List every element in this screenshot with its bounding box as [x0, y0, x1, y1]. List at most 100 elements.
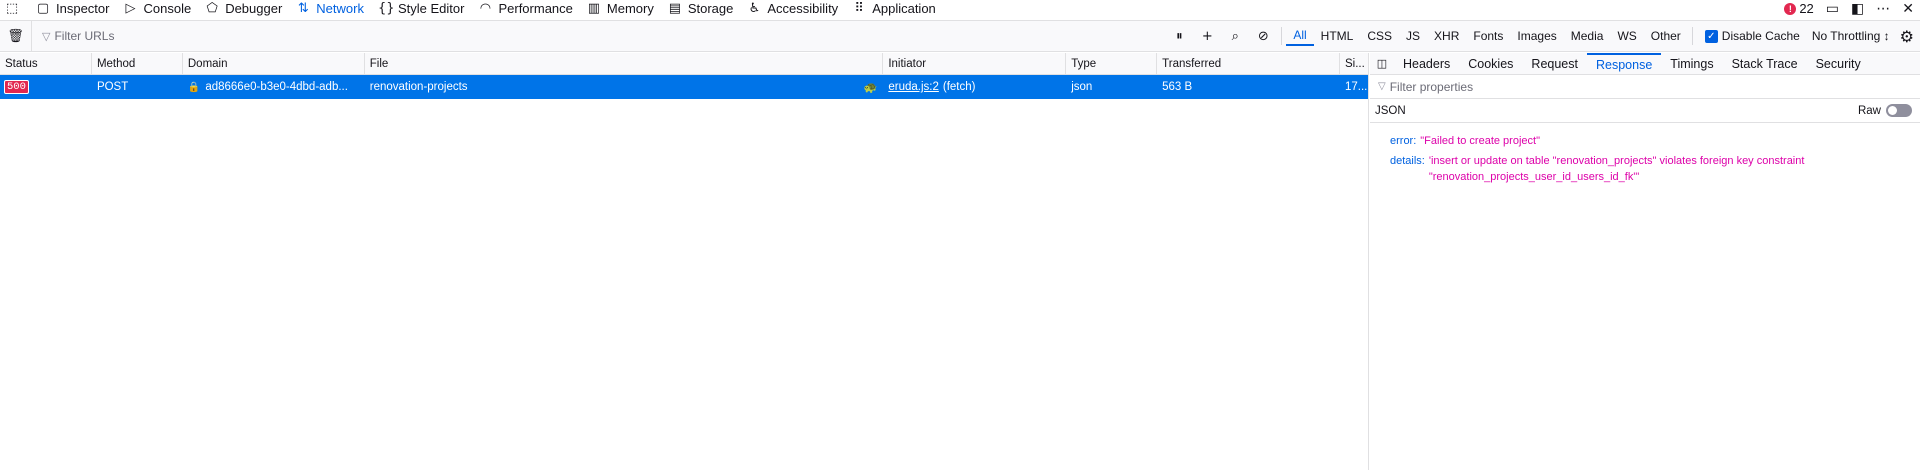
filter-url-field: ▽ [32, 21, 1165, 51]
inspector-icon: ▢ [36, 1, 50, 16]
initiator-cell: eruda.js:2 (fetch) [883, 75, 1066, 99]
type-filter-css[interactable]: CSS [1360, 27, 1399, 45]
throttling-select[interactable]: No Throttling ↕ [1812, 29, 1890, 43]
type-filter-xhr[interactable]: XHR [1427, 27, 1466, 45]
filter-properties-field: ▽ [1370, 75, 1920, 99]
column-status[interactable]: Status [0, 53, 92, 74]
file-cell: renovation-projects 🐢 [365, 75, 884, 99]
initiator-extra: (fetch) [942, 81, 976, 93]
checkbox-checked-icon: ✓ [1704, 29, 1718, 43]
type-filter-fonts[interactable]: Fonts [1466, 27, 1510, 45]
element-picker-button[interactable]: ⬚ [0, 0, 30, 17]
tab-style-editor[interactable]: {} Style Editor [372, 0, 472, 17]
filter-properties-input[interactable] [1389, 79, 1790, 94]
gear-icon[interactable]: ⚙ [1900, 27, 1914, 46]
accessibility-icon: ♿ [748, 1, 761, 16]
tab-console[interactable]: ▷ Console [117, 0, 199, 17]
tab-timings[interactable]: Timings [1661, 53, 1722, 75]
filter-icon: ▽ [42, 29, 51, 43]
tab-label: Performance [498, 1, 573, 16]
network-icon: ⇅ [297, 1, 309, 16]
request-type-filters: All HTML CSS JS XHR Fonts Images Media W… [1286, 26, 1687, 46]
tab-debugger[interactable]: ⬠ Debugger [199, 0, 290, 17]
debugger-icon: ⬠ [206, 1, 218, 16]
tab-accessibility[interactable]: ♿ Accessibility [741, 0, 846, 17]
tab-request[interactable]: Request [1522, 53, 1587, 75]
close-icon[interactable]: ✕ [1902, 1, 1914, 17]
type-filter-other[interactable]: Other [1644, 27, 1688, 45]
raw-toggle[interactable]: Raw [1858, 104, 1912, 117]
request-details-panel: ◫ Headers Cookies Request Response Timin… [1370, 52, 1920, 470]
error-count-button[interactable]: ! 22 [1784, 1, 1814, 16]
dock-side-icon[interactable]: ◧ [1851, 1, 1864, 17]
raw-label: Raw [1857, 104, 1881, 117]
tab-label: Debugger [225, 1, 283, 16]
initiator-link[interactable]: eruda.js:2 [888, 81, 939, 93]
column-type[interactable]: Type [1066, 53, 1158, 74]
tab-label: Console [143, 1, 192, 16]
column-domain[interactable]: Domain [183, 53, 365, 74]
tab-stack-trace[interactable]: Stack Trace [1723, 53, 1807, 75]
json-key: details: [1390, 155, 1425, 167]
tab-network[interactable]: ⇅ Network [290, 0, 372, 17]
error-icon: ! [1784, 2, 1797, 15]
column-size[interactable]: Si... [1340, 53, 1368, 74]
divider [1281, 27, 1283, 45]
domain-cell: 🔒 ad8666e0-b3e0-4dbd-adb... [183, 75, 365, 99]
pause-icon[interactable]: ⏸ [1165, 29, 1193, 44]
column-file[interactable]: File [365, 53, 884, 74]
type-filter-media[interactable]: Media [1564, 27, 1611, 45]
devtools-toolbar: ⬚ ▢ Inspector ▷ Console ⬠ Debugger ⇅ Net… [0, 0, 1920, 17]
column-method[interactable]: Method [92, 53, 183, 74]
request-table: Status Method Domain File Initiator Type… [0, 53, 1369, 470]
type-filter-all[interactable]: All [1286, 26, 1314, 46]
tab-application[interactable]: ⠿ Application [846, 0, 944, 17]
column-initiator[interactable]: Initiator [883, 53, 1067, 74]
filter-icon: ▽ [1378, 81, 1386, 92]
type-filter-js[interactable]: JS [1399, 27, 1427, 45]
style-editor-icon: {} [377, 1, 395, 16]
column-transferred[interactable]: Transferred [1157, 53, 1340, 74]
tab-headers[interactable]: Headers [1394, 53, 1459, 75]
tab-label: Inspector [56, 1, 110, 16]
tab-security[interactable]: Security [1807, 53, 1870, 75]
application-icon: ⠿ [854, 1, 864, 16]
disable-cache-checkbox[interactable]: ✓ Disable Cache [1704, 29, 1800, 43]
table-row[interactable]: 500 POST 🔒 ad8666e0-b3e0-4dbd-adb... ren… [0, 75, 1368, 99]
filter-urls-input[interactable] [54, 29, 655, 43]
table-header: Status Method Domain File Initiator Type… [0, 53, 1368, 75]
json-property[interactable]: details: 'insert or update on table "ren… [1390, 153, 1920, 185]
tab-label: Application [872, 1, 936, 16]
type-filter-html[interactable]: HTML [1314, 27, 1361, 45]
responsive-design-icon[interactable]: ▭ [1826, 1, 1839, 17]
details-tabs: ◫ Headers Cookies Request Response Timin… [1370, 52, 1920, 75]
block-icon[interactable]: ⊘ [1249, 29, 1277, 44]
disable-cache-label: Disable Cache [1721, 29, 1800, 43]
divider [1691, 27, 1693, 45]
tab-storage[interactable]: ▤ Storage [662, 0, 742, 17]
size-cell: 17... [1345, 81, 1368, 93]
json-header: JSON Raw [1370, 99, 1920, 123]
json-property[interactable]: error: "Failed to create project" [1390, 133, 1920, 149]
domain-text: ad8666e0-b3e0-4dbd-adb... [205, 81, 348, 93]
tab-memory[interactable]: ▥ Memory [581, 0, 662, 17]
tab-performance[interactable]: ◠ Performance [472, 0, 580, 17]
type-cell: json [1071, 81, 1093, 93]
trash-icon: 🗑 [7, 28, 24, 44]
search-icon[interactable]: ⌕ [1221, 29, 1249, 44]
method-cell: POST [96, 81, 129, 93]
more-options-icon[interactable]: ⋯ [1876, 1, 1890, 17]
add-icon[interactable]: + [1193, 29, 1221, 44]
cursor-picker-icon: ⬚ [5, 1, 19, 16]
type-filter-images[interactable]: Images [1510, 27, 1563, 45]
toggle-sidebar-icon[interactable]: ◫ [1370, 57, 1394, 70]
type-filter-ws[interactable]: WS [1610, 27, 1643, 45]
clear-button[interactable]: 🗑 [0, 21, 32, 51]
tab-response[interactable]: Response [1586, 52, 1662, 75]
tab-cookies[interactable]: Cookies [1459, 53, 1522, 75]
status-cell: 500 [0, 75, 92, 99]
tab-inspector[interactable]: ▢ Inspector [30, 0, 117, 17]
performance-icon: ◠ [479, 1, 492, 16]
error-count: 22 [1799, 1, 1814, 16]
console-icon: ▷ [125, 1, 136, 16]
